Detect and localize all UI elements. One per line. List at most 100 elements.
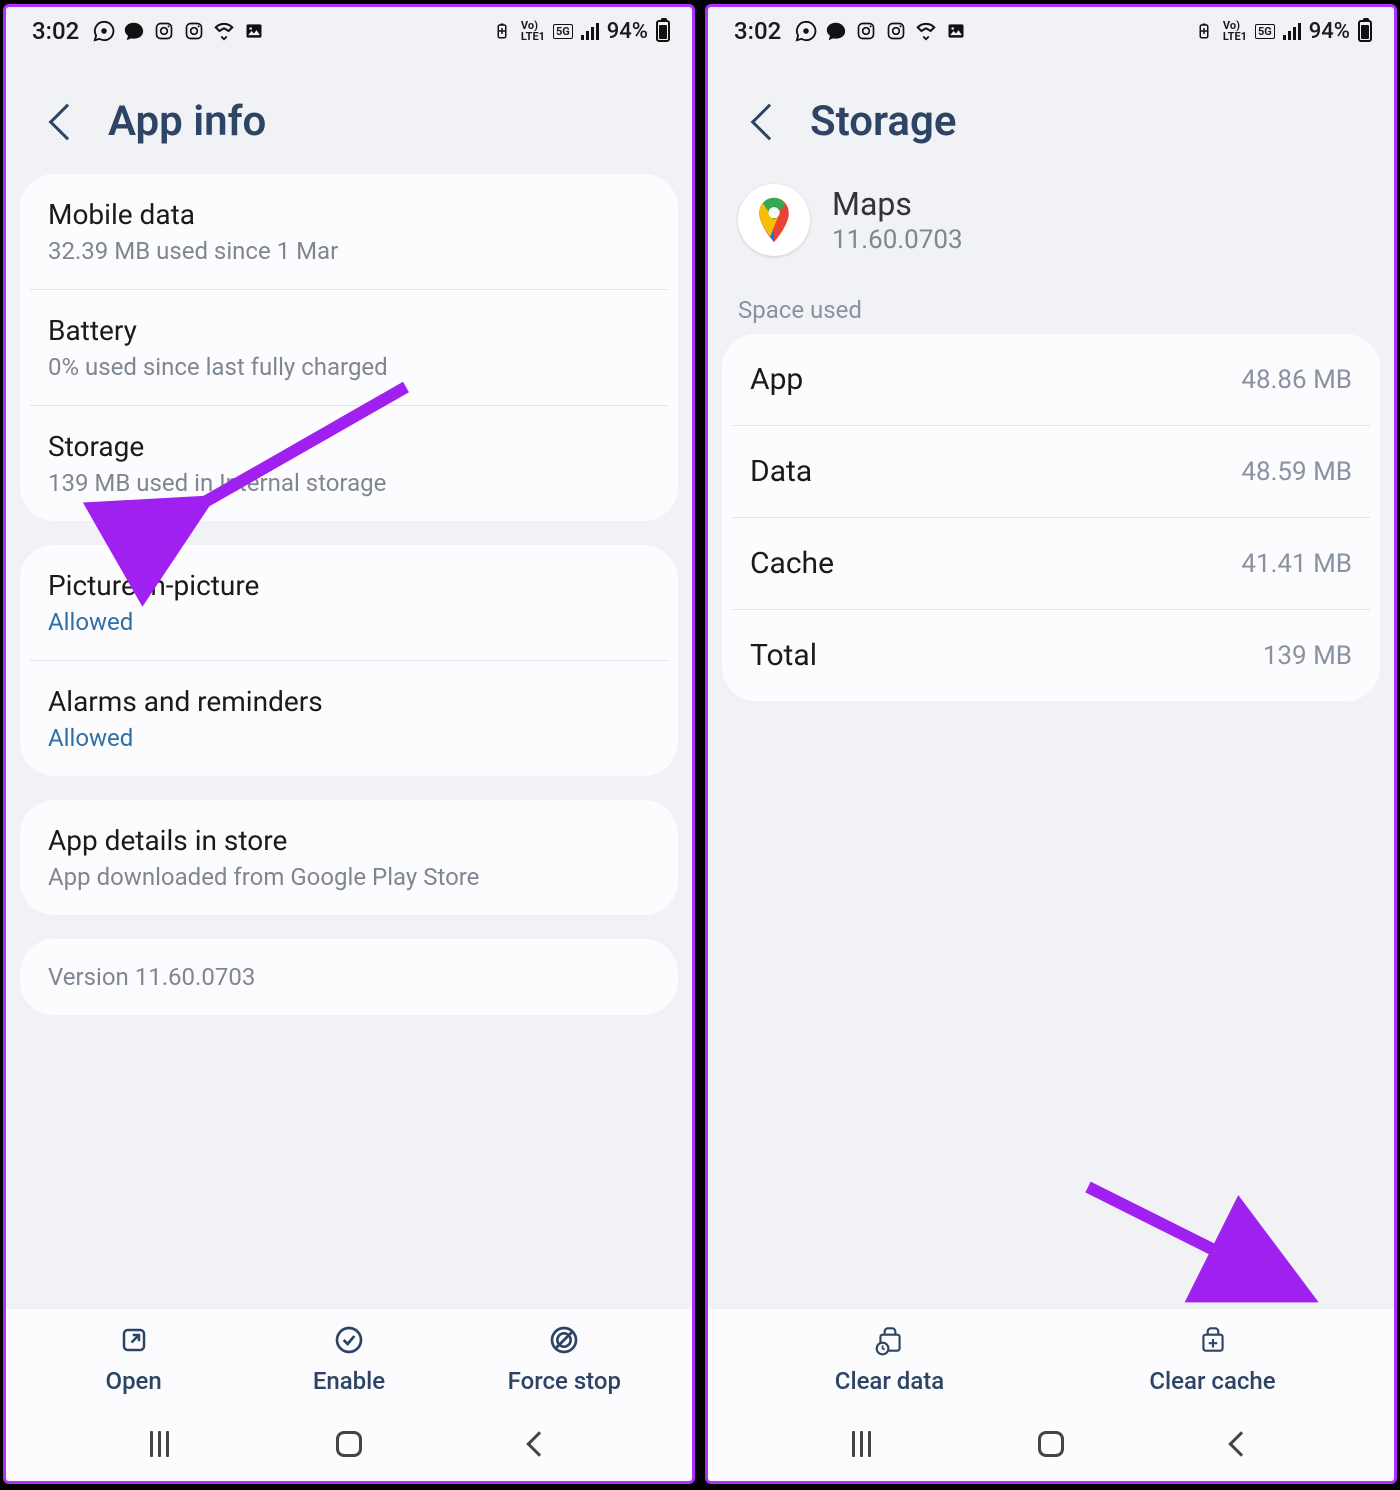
row-title: Storage <box>48 430 650 463</box>
battery-icon <box>1358 20 1372 42</box>
action-label: Clear cache <box>1149 1367 1275 1395</box>
action-bar: Open Enable Force stop <box>6 1309 692 1405</box>
row-sub: Allowed <box>48 724 650 752</box>
row-val: 48.86 MB <box>1241 365 1352 395</box>
battery-icon <box>656 20 670 42</box>
page-title: App info <box>108 97 266 146</box>
app-name: Maps <box>832 185 963 223</box>
signal-icon <box>1283 22 1301 40</box>
open-icon <box>117 1323 151 1357</box>
status-bar: 3:02 <box>6 7 692 53</box>
row-sub: 32.39 MB used since 1 Mar <box>48 237 650 265</box>
volte-icon: Vo)LTE1 <box>521 20 545 42</box>
row-total-size: Total 139 MB <box>732 609 1370 701</box>
back-icon[interactable] <box>751 103 788 140</box>
action-label: Force stop <box>508 1367 621 1395</box>
row-val: 48.59 MB <box>1241 457 1352 487</box>
row-data-size: Data 48.59 MB <box>732 425 1370 517</box>
section-label: Space used <box>708 296 1394 334</box>
row-sub: 0% used since last fully charged <box>48 353 650 381</box>
signal-icon <box>581 22 599 40</box>
row-pip[interactable]: Picture-in-picture Allowed <box>20 545 678 660</box>
row-version: Version 11.60.0703 <box>20 939 678 1015</box>
nav-back[interactable] <box>1228 1431 1253 1456</box>
row-title: Alarms and reminders <box>48 685 650 718</box>
chat-icon <box>123 20 145 42</box>
row-key: App <box>750 362 803 397</box>
row-key: Data <box>750 454 812 489</box>
phone-app-info: 3:02 <box>3 4 695 1484</box>
gallery-icon <box>945 20 967 42</box>
battery-saver-icon <box>1193 20 1215 42</box>
row-key: Cache <box>750 546 834 581</box>
system-nav-bar <box>6 1405 692 1481</box>
system-nav-bar <box>708 1405 1394 1481</box>
app-header: Maps 11.60.0703 <box>708 174 1394 296</box>
row-val: 139 MB <box>1263 641 1352 671</box>
whatsapp-icon <box>93 20 115 42</box>
enable-button[interactable]: Enable <box>241 1323 456 1395</box>
5g-icon: 5G <box>553 24 573 39</box>
status-bar: 3:02 <box>708 7 1394 53</box>
row-title: Mobile data <box>48 198 650 231</box>
clock: 3:02 <box>32 17 79 45</box>
row-sub: App downloaded from Google Play Store <box>48 863 650 891</box>
row-key: Total <box>750 638 817 673</box>
nav-home[interactable] <box>1038 1431 1064 1457</box>
app-version: 11.60.0703 <box>832 225 963 255</box>
permissions-card: Picture-in-picture Allowed Alarms and re… <box>20 545 678 776</box>
row-title: Picture-in-picture <box>48 569 650 602</box>
nav-home[interactable] <box>336 1431 362 1457</box>
version-text: Version 11.60.0703 <box>48 963 650 991</box>
check-icon <box>332 1323 366 1357</box>
row-sub: 139 MB used in Internal storage <box>48 469 650 497</box>
clear-cache-button[interactable]: Clear cache <box>1051 1323 1374 1395</box>
battery-percent: 94% <box>1309 19 1350 44</box>
store-card: App details in store App downloaded from… <box>20 800 678 915</box>
row-battery[interactable]: Battery 0% used since last fully charged <box>30 289 668 405</box>
row-app-size: App 48.86 MB <box>732 334 1370 425</box>
open-button[interactable]: Open <box>26 1323 241 1395</box>
action-label: Enable <box>313 1367 385 1395</box>
nav-recent[interactable] <box>150 1431 169 1457</box>
version-card: Version 11.60.0703 <box>20 939 678 1015</box>
instagram-icon-2 <box>183 20 205 42</box>
screen-header: App info <box>6 53 692 174</box>
row-val: 41.41 MB <box>1241 549 1352 579</box>
action-label: Open <box>106 1367 162 1395</box>
row-title: App details in store <box>48 824 650 857</box>
instagram-icon <box>855 20 877 42</box>
force-stop-button[interactable]: Force stop <box>457 1323 672 1395</box>
row-storage[interactable]: Storage 139 MB used in Internal storage <box>30 405 668 521</box>
screen-header: Storage <box>708 53 1394 174</box>
row-mobile-data[interactable]: Mobile data 32.39 MB used since 1 Mar <box>20 174 678 289</box>
gallery-icon <box>243 20 265 42</box>
row-cache-size: Cache 41.41 MB <box>732 517 1370 609</box>
maps-app-icon <box>738 184 810 256</box>
battery-saver-icon <box>491 20 513 42</box>
row-store[interactable]: App details in store App downloaded from… <box>20 800 678 915</box>
page-title: Storage <box>810 97 956 146</box>
battery-percent: 94% <box>607 19 648 44</box>
missed-call-icon <box>213 20 235 42</box>
chat-icon <box>825 20 847 42</box>
clear-data-button[interactable]: Clear data <box>728 1323 1051 1395</box>
nav-back[interactable] <box>526 1431 551 1456</box>
nav-recent[interactable] <box>852 1431 871 1457</box>
action-label: Clear data <box>835 1367 944 1395</box>
phone-storage: 3:02 <box>705 4 1397 1484</box>
row-alarms[interactable]: Alarms and reminders Allowed <box>30 660 668 776</box>
5g-icon: 5G <box>1255 24 1275 39</box>
usage-card: Mobile data 32.39 MB used since 1 Mar Ba… <box>20 174 678 521</box>
instagram-icon-2 <box>885 20 907 42</box>
instagram-icon <box>153 20 175 42</box>
action-bar: Clear data Clear cache <box>708 1309 1394 1405</box>
row-sub: Allowed <box>48 608 650 636</box>
back-icon[interactable] <box>49 103 86 140</box>
clear-data-icon <box>873 1323 907 1357</box>
volte-icon: Vo)LTE1 <box>1223 20 1247 42</box>
clock: 3:02 <box>734 17 781 45</box>
row-title: Battery <box>48 314 650 347</box>
missed-call-icon <box>915 20 937 42</box>
stop-icon <box>547 1323 581 1357</box>
